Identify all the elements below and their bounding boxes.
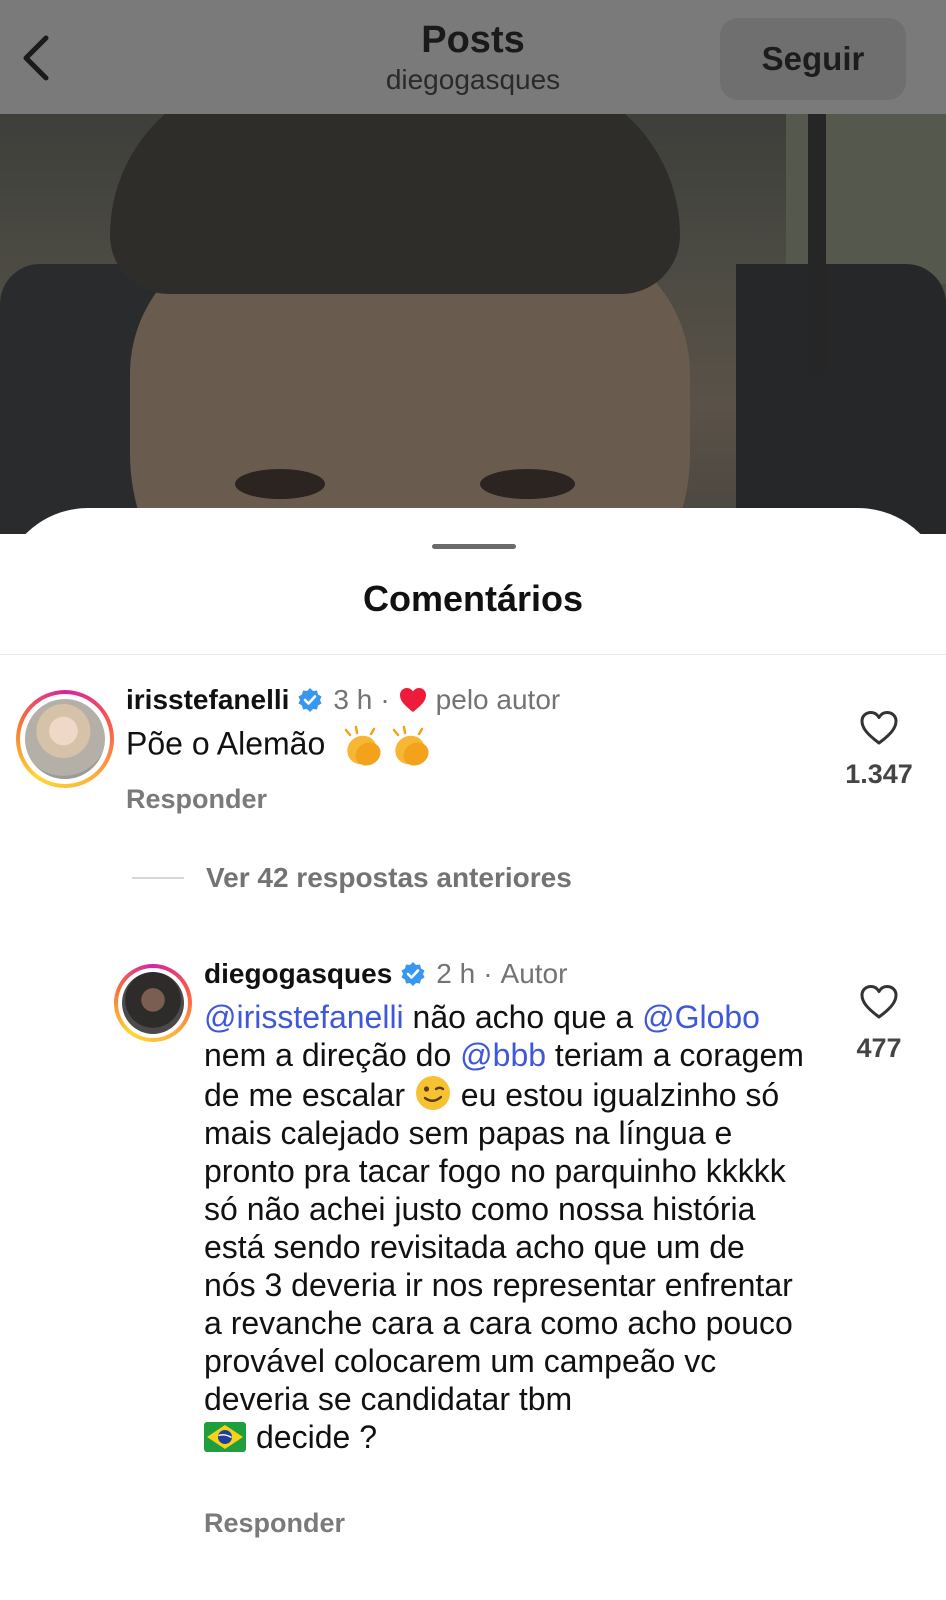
post-image-background bbox=[0, 114, 946, 534]
meta-separator: · bbox=[380, 684, 390, 715]
avatar[interactable] bbox=[16, 690, 114, 788]
comment-meta: diegogasques 2 h · Autor bbox=[204, 958, 567, 990]
like-count: 477 bbox=[856, 1033, 902, 1063]
text-segment: decide ? bbox=[256, 1419, 377, 1455]
comment-meta: irisstefanelli 3 h · pelo autor bbox=[126, 684, 560, 716]
avatar[interactable] bbox=[114, 964, 192, 1042]
like-control: 477 bbox=[834, 984, 924, 1064]
like-count: 1.347 bbox=[845, 759, 913, 789]
verified-badge-icon bbox=[298, 688, 322, 712]
comment-username[interactable]: irisstefanelli bbox=[126, 684, 289, 716]
verified-badge-icon bbox=[401, 962, 425, 986]
comment-time: 2 h bbox=[436, 958, 476, 989]
like-control: 1.347 bbox=[834, 710, 924, 790]
top-nav-bar: Posts diegogasques Seguir bbox=[0, 0, 946, 114]
comment-text: @irisstefanelli não acho que a @Globo ne… bbox=[204, 998, 804, 1456]
heart-outline-icon[interactable] bbox=[859, 984, 899, 1020]
text-segment: nem a direção do bbox=[204, 1037, 461, 1073]
author-label: Autor bbox=[500, 958, 568, 989]
winking-face-emoji-icon bbox=[415, 1076, 450, 1110]
comment-body: Põe o Alemão bbox=[126, 725, 326, 762]
meta-separator: · bbox=[483, 958, 493, 989]
comment-text: Põe o Alemão bbox=[126, 724, 816, 768]
reply-button[interactable]: Responder bbox=[126, 784, 267, 815]
comment-item: irisstefanelli 3 h · pelo autor Põe o Al… bbox=[0, 508, 946, 838]
reply-item: diegogasques 2 h · Autor @irisstefanelli… bbox=[0, 928, 946, 1568]
heart-outline-icon[interactable] bbox=[859, 710, 899, 746]
mention-link[interactable]: @Globo bbox=[642, 999, 760, 1035]
view-previous-replies-button[interactable]: Ver 42 respostas anteriores bbox=[132, 862, 572, 894]
text-segment: eu estou igualzinho só mais calejado sem… bbox=[204, 1077, 793, 1417]
comment-time: 3 h bbox=[333, 684, 373, 715]
brazil-flag-emoji-icon bbox=[204, 1422, 246, 1452]
heart-filled-icon bbox=[399, 688, 426, 712]
mention-link[interactable]: @bbb bbox=[460, 1037, 546, 1073]
comment-username[interactable]: diegogasques bbox=[204, 958, 392, 990]
text-segment: não acho que a bbox=[403, 999, 643, 1035]
view-previous-replies-label: Ver 42 respostas anteriores bbox=[206, 862, 572, 893]
follow-button[interactable]: Seguir bbox=[720, 18, 906, 100]
clapping-hands-emoji-icon bbox=[344, 725, 429, 766]
reply-button[interactable]: Responder bbox=[204, 1508, 345, 1539]
divider bbox=[132, 877, 184, 879]
comments-sheet: Comentários irisstefanelli 3 h · pelo au… bbox=[0, 508, 946, 1600]
mention-link[interactable]: @irisstefanelli bbox=[204, 999, 404, 1035]
liked-by-author-label: pelo autor bbox=[435, 684, 561, 715]
